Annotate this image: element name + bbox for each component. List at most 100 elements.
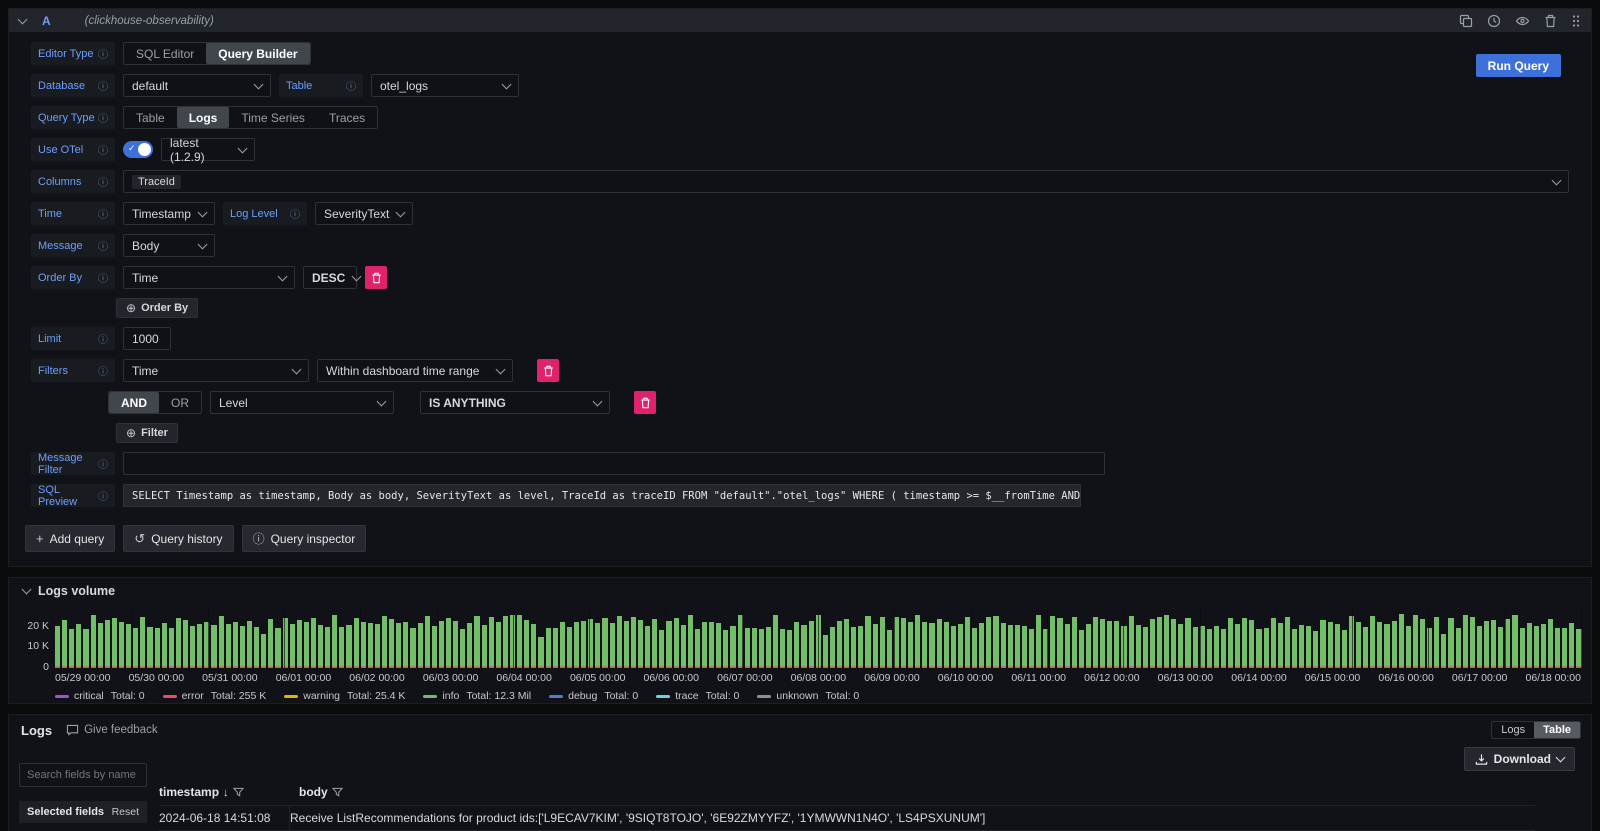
volume-bar[interactable] [268, 619, 273, 668]
logs-volume-header[interactable]: Logs volume [19, 584, 1581, 598]
query-type-option-time-series[interactable]: Time Series [229, 107, 317, 128]
volume-bar[interactable] [766, 627, 771, 668]
volume-bar[interactable] [361, 622, 366, 668]
volume-bar[interactable] [1200, 626, 1205, 668]
volume-bar[interactable] [283, 618, 288, 668]
volume-bar[interactable] [901, 618, 906, 668]
volume-bar[interactable] [467, 623, 472, 668]
volume-bar[interactable] [261, 634, 266, 668]
volume-bar[interactable] [944, 622, 949, 668]
remove-filter2-button[interactable] [634, 391, 656, 414]
volume-bar[interactable] [375, 624, 380, 668]
volume-bar[interactable] [119, 622, 124, 668]
otel-version-select[interactable]: latest (1.2.9) [161, 138, 255, 161]
volume-bar[interactable] [1207, 629, 1212, 668]
volume-bar[interactable] [1072, 617, 1077, 668]
volume-bar[interactable] [1342, 630, 1347, 668]
message-column-select[interactable]: Body [123, 234, 215, 257]
volume-bar[interactable] [638, 620, 643, 668]
volume-bar[interactable] [1235, 624, 1240, 668]
legend-item-critical[interactable]: criticalTotal: 0 [55, 690, 145, 702]
volume-bar[interactable] [1143, 627, 1148, 668]
legend-item-error[interactable]: errorTotal: 255 K [163, 690, 267, 702]
volume-bar[interactable] [595, 623, 600, 668]
volume-bar[interactable] [197, 624, 202, 668]
info-icon[interactable] [98, 363, 108, 378]
filter2-field-select[interactable]: Level [210, 391, 394, 414]
add-query-button[interactable]: Add query [25, 525, 115, 552]
volume-bar[interactable] [418, 623, 423, 668]
volume-bar[interactable] [574, 622, 579, 668]
volume-bar[interactable] [1022, 626, 1027, 668]
volume-bar[interactable] [155, 628, 160, 668]
log-level-column-select[interactable]: SeverityText [315, 202, 413, 225]
volume-bar[interactable] [602, 618, 607, 668]
volume-bar[interactable] [325, 627, 330, 668]
volume-bar[interactable] [1043, 629, 1048, 668]
volume-bar[interactable] [1441, 634, 1446, 668]
volume-bar[interactable] [1185, 618, 1190, 668]
volume-bar[interactable] [275, 628, 280, 668]
volume-bar[interactable] [1285, 617, 1290, 668]
volume-bar[interactable] [169, 628, 174, 668]
volume-bar[interactable] [1178, 624, 1183, 668]
volume-bar[interactable] [1498, 627, 1503, 668]
search-fields-input[interactable] [19, 763, 147, 787]
volume-bar[interactable] [254, 627, 259, 668]
volume-bar[interactable] [1363, 627, 1368, 668]
volume-bar[interactable] [247, 621, 252, 668]
remove-order-by-button[interactable] [365, 266, 387, 289]
volume-bar[interactable] [1036, 615, 1041, 668]
volume-bar[interactable] [69, 629, 74, 668]
volume-bar[interactable] [1548, 619, 1553, 668]
volume-bar[interactable] [219, 616, 224, 668]
message-filter-input[interactable] [123, 452, 1105, 475]
volume-bar[interactable] [1299, 625, 1304, 668]
volume-bar[interactable] [809, 621, 814, 668]
volume-bar[interactable] [738, 615, 743, 668]
drag-handle-icon[interactable] [1571, 14, 1581, 28]
volume-bar[interactable] [1065, 624, 1070, 668]
editor-type-option-sql-editor[interactable]: SQL Editor [124, 43, 206, 64]
volume-bar[interactable] [1420, 619, 1425, 668]
volume-bar[interactable] [1193, 627, 1198, 668]
volume-bar[interactable] [922, 622, 927, 668]
volume-bar[interactable] [1541, 624, 1546, 668]
volume-bar[interactable] [631, 617, 636, 668]
volume-bar[interactable] [1129, 616, 1134, 668]
volume-bar[interactable] [1527, 623, 1532, 668]
remove-filter-button[interactable] [537, 359, 559, 382]
give-feedback-link[interactable]: Give feedback [66, 724, 158, 736]
volume-bar[interactable] [1491, 620, 1496, 668]
query-type-option-traces[interactable]: Traces [317, 107, 377, 128]
volume-bar[interactable] [1029, 629, 1034, 668]
volume-bar[interactable] [304, 622, 309, 668]
volume-bar[interactable] [439, 621, 444, 668]
reset-button[interactable]: Reset [112, 806, 139, 818]
volume-bar[interactable] [1463, 615, 1468, 668]
volume-bar[interactable] [1505, 619, 1510, 668]
volume-bar[interactable] [1377, 622, 1382, 668]
volume-bar[interactable] [140, 617, 145, 668]
info-icon[interactable] [98, 110, 108, 125]
order-by-field-select[interactable]: Time [123, 266, 295, 289]
volume-bar[interactable] [567, 627, 572, 668]
volume-bar[interactable] [446, 618, 451, 668]
volume-bar[interactable] [723, 630, 728, 668]
volume-bar[interactable] [759, 629, 764, 668]
volume-bar[interactable] [1484, 621, 1489, 668]
volume-bar[interactable] [382, 616, 387, 668]
volume-bar[interactable] [204, 622, 209, 668]
info-icon[interactable] [98, 46, 108, 61]
volume-bar[interactable] [1512, 615, 1517, 668]
database-select[interactable]: default [123, 74, 271, 97]
sort-desc-icon[interactable] [223, 785, 229, 799]
timestamp-column-header[interactable]: timestamp [159, 785, 219, 799]
volume-bar[interactable] [389, 619, 394, 668]
volume-bar[interactable] [823, 635, 828, 668]
legend-item-info[interactable]: infoTotal: 12.3 Mil [423, 690, 531, 702]
volume-bar[interactable] [1406, 626, 1411, 668]
volume-bar[interactable] [496, 622, 501, 668]
eye-icon[interactable] [1515, 14, 1530, 28]
volume-bar[interactable] [929, 623, 934, 668]
